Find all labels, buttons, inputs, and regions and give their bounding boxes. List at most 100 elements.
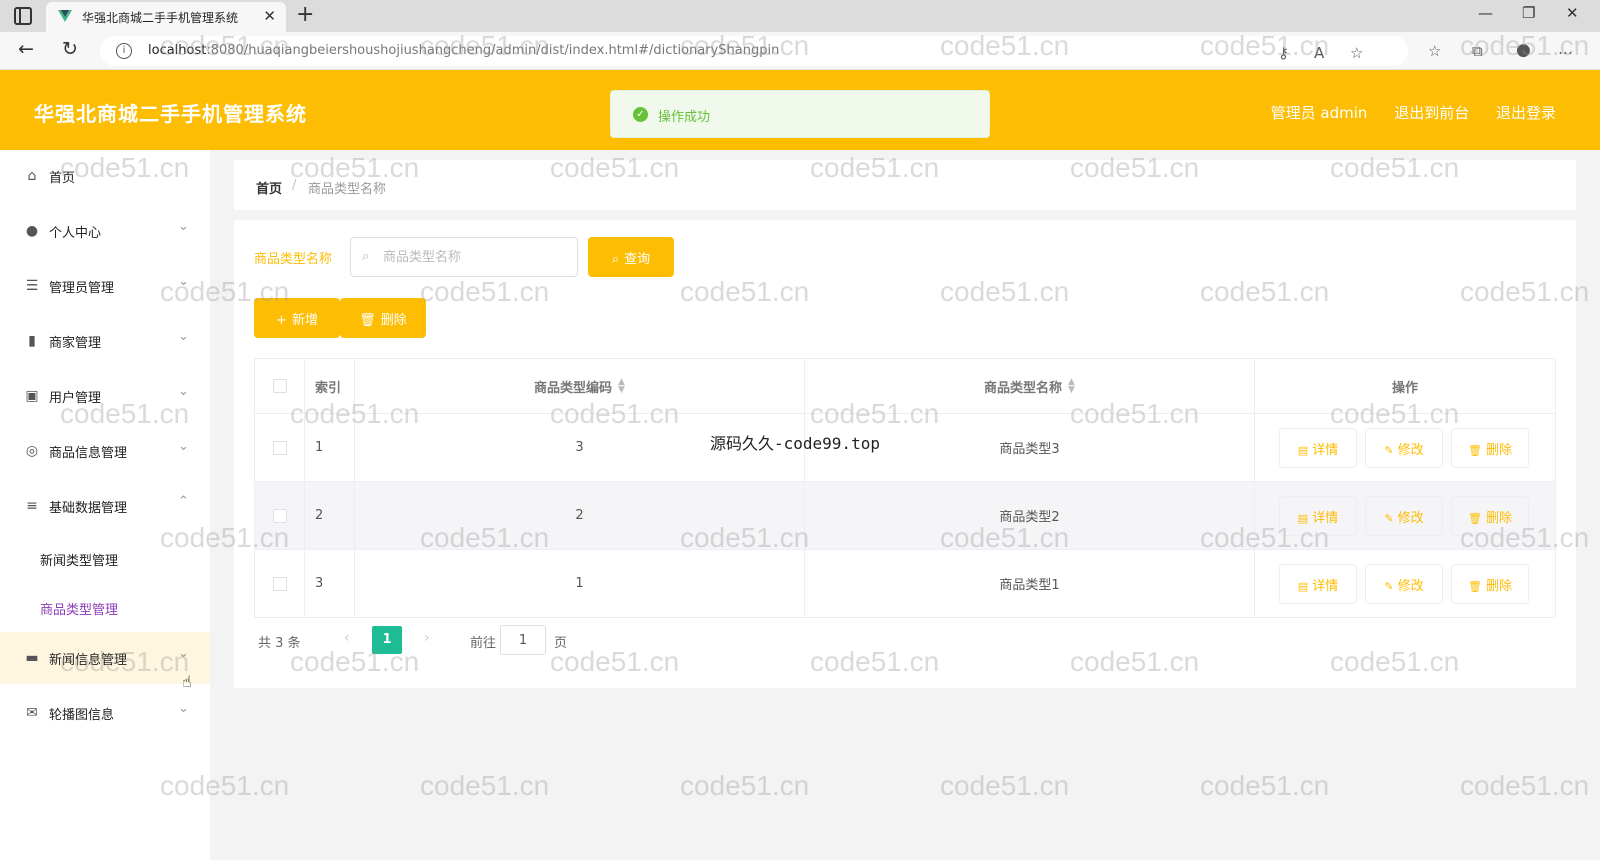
chevron-up-icon: ⌃ [178, 494, 189, 509]
logout-link[interactable]: 退出登录 [1496, 104, 1556, 122]
row-checkbox[interactable] [272, 440, 287, 455]
detail-button[interactable]: ▤ 详情 [1279, 564, 1357, 604]
watermark: code51.cn [940, 770, 1070, 801]
row-select-cell [255, 414, 305, 481]
next-page-icon[interactable]: › [424, 630, 430, 646]
sidebar-item-carousel[interactable]: ✉ 轮播图信息 ⌄ [0, 687, 210, 739]
trash-icon: 🗑 [1468, 579, 1482, 593]
tab-title: 华强北商城二手手机管理系统 [82, 11, 239, 25]
plus-icon: + [276, 312, 287, 328]
sidebar-item-news[interactable]: ▬ 新闻信息管理 ⌄ [0, 632, 210, 684]
batch-delete-button[interactable]: 🗑 删除 [340, 298, 426, 338]
pencil-icon: ✎ [1384, 579, 1394, 593]
app-title: 华强北商城二手手机管理系统 [34, 102, 307, 126]
add-button[interactable]: + 新增 [254, 298, 340, 338]
row-select-cell [255, 482, 305, 549]
sidebar-item-label: 轮播图信息 [49, 708, 115, 723]
url-path: :8080/huaqiangbeiershoushojiushangcheng/… [206, 43, 780, 58]
sidebar-item-home[interactable]: ⌂ 首页 [0, 150, 210, 202]
row-index: 1 [305, 414, 355, 481]
back-icon[interactable]: ← [18, 38, 34, 60]
success-check-icon: ✓ [633, 107, 648, 122]
sort-icon[interactable]: ▲ ▼ [618, 378, 625, 395]
admin-user-label[interactable]: 管理员 admin [1271, 104, 1368, 122]
url-field[interactable]: i localhost:8080/huaqiangbeiershoushojiu… [100, 36, 1408, 66]
edit-button[interactable]: ✎ 修改 [1365, 564, 1443, 604]
minimize-icon[interactable]: — [1478, 4, 1493, 22]
home-icon: ⌂ [27, 168, 37, 184]
maximize-icon[interactable]: ❐ [1522, 4, 1535, 22]
row-ops: ▤ 详情 ✎ 修改 🗑 删除 [1255, 414, 1555, 481]
collections-icon[interactable]: ⧉ [1472, 42, 1483, 60]
sidebar-item-users[interactable]: ▣ 用户管理 ⌄ [0, 370, 210, 422]
select-all-checkbox[interactable] [272, 379, 287, 393]
chevron-down-icon: ⌄ [178, 329, 189, 344]
edit-button[interactable]: ✎ 修改 [1365, 428, 1443, 468]
sidebar-item-profile[interactable]: ● 个人中心 ⌄ [0, 205, 210, 257]
submenu-goods-type[interactable]: 商品类型管理 [40, 599, 118, 618]
trash-icon: 🗑 [359, 312, 376, 328]
sidebar-item-label: 首页 [49, 171, 76, 186]
sidebar-item-label: 基础数据管理 [49, 501, 128, 516]
search-icon: ⌕ [362, 249, 370, 264]
breadcrumb-current: 商品类型名称 [308, 182, 387, 197]
goods-type-table: 索引 商品类型编码 ▲ ▼ 商品类型名称 ▲ ▼ 操作 1 3 商品类型3 ▤ 详情 ✎ 修… [254, 358, 1556, 618]
toast-text: 操作成功 [658, 110, 711, 125]
vue-logo-icon [58, 10, 72, 22]
key-icon[interactable]: ⚷ [1278, 44, 1289, 62]
pagination-goto-input[interactable] [500, 625, 546, 655]
detail-button[interactable]: ▤ 详情 [1279, 428, 1357, 468]
more-icon[interactable]: … [1558, 40, 1573, 58]
document-icon: ▤ [1297, 511, 1309, 525]
delete-button[interactable]: 🗑 删除 [1451, 428, 1529, 468]
sidebar-item-merchant[interactable]: ▮ 商家管理 ⌄ [0, 315, 210, 367]
search-input[interactable] [350, 237, 578, 277]
browser-tab[interactable]: 华强北商城二手手机管理系统 ✕ [46, 2, 286, 32]
tab-close-icon[interactable]: ✕ [263, 7, 276, 25]
trash-icon: 🗑 [1468, 443, 1482, 457]
sidebar-item-label: 商品信息管理 [49, 446, 128, 461]
refresh-icon[interactable]: ↻ [62, 38, 78, 60]
detail-label: 详情 [1312, 442, 1339, 458]
sort-icon[interactable]: ▲ ▼ [1068, 378, 1075, 395]
read-aloud-icon[interactable]: A [1314, 44, 1324, 62]
search-button[interactable]: ⌕ 查询 [588, 237, 674, 277]
edit-button[interactable]: ✎ 修改 [1365, 496, 1443, 536]
header-name[interactable]: 商品类型名称 ▲ ▼ [805, 359, 1255, 413]
delete-button[interactable]: 🗑 删除 [1451, 564, 1529, 604]
batch-delete-label: 删除 [380, 312, 407, 328]
chevron-down-icon: ⌄ [178, 701, 189, 716]
header-name-label: 商品类型名称 [984, 380, 1063, 396]
header-code[interactable]: 商品类型编码 ▲ ▼ [355, 359, 805, 413]
pencil-icon: ✎ [1384, 511, 1394, 525]
sidebar: ⌂ 首页 ● 个人中心 ⌄ ☰ 管理员管理 ⌄ ▮ 商家管理 ⌄ ▣ 用户管理 … [0, 150, 210, 860]
chevron-down-icon: ⌄ [178, 646, 189, 661]
row-index: 2 [305, 482, 355, 549]
detail-label: 详情 [1312, 510, 1339, 526]
window-close-icon[interactable]: ✕ [1566, 4, 1579, 22]
tab-actions-icon[interactable] [14, 7, 32, 25]
new-tab-button[interactable]: + [296, 2, 314, 27]
hand-cursor-icon: ☝ [182, 672, 192, 691]
breadcrumb-home[interactable]: 首页 [256, 178, 282, 197]
submenu-news-type[interactable]: 新闻类型管理 [40, 550, 118, 569]
sidebar-item-admin[interactable]: ☰ 管理员管理 ⌄ [0, 260, 210, 312]
pagination-current-page[interactable]: 1 [372, 626, 402, 654]
profile-icon[interactable]: ● [1516, 40, 1531, 60]
edit-label: 修改 [1397, 578, 1424, 594]
sidebar-item-goods[interactable]: ◎ 商品信息管理 ⌄ [0, 425, 210, 477]
back-to-front-link[interactable]: 退出到前台 [1394, 104, 1469, 122]
site-info-icon[interactable]: i [116, 43, 132, 59]
delete-button[interactable]: 🗑 删除 [1451, 496, 1529, 536]
delete-label: 删除 [1485, 578, 1512, 594]
favorite-add-icon[interactable]: ☆ [1350, 44, 1363, 62]
prev-page-icon[interactable]: ‹ [344, 630, 350, 646]
row-checkbox[interactable] [272, 576, 287, 591]
table-row: 3 1 商品类型1 ▤ 详情 ✎ 修改 🗑 删除 [255, 549, 1555, 617]
row-checkbox[interactable] [272, 508, 287, 523]
breadcrumb: 首页 / 商品类型名称 [234, 160, 1576, 210]
detail-button[interactable]: ▤ 详情 [1279, 496, 1357, 536]
url-host: localhost [148, 43, 207, 58]
sidebar-item-basic-data[interactable]: ≡ 基础数据管理 ⌃ [0, 480, 210, 532]
favorites-icon[interactable]: ☆ [1428, 42, 1441, 60]
